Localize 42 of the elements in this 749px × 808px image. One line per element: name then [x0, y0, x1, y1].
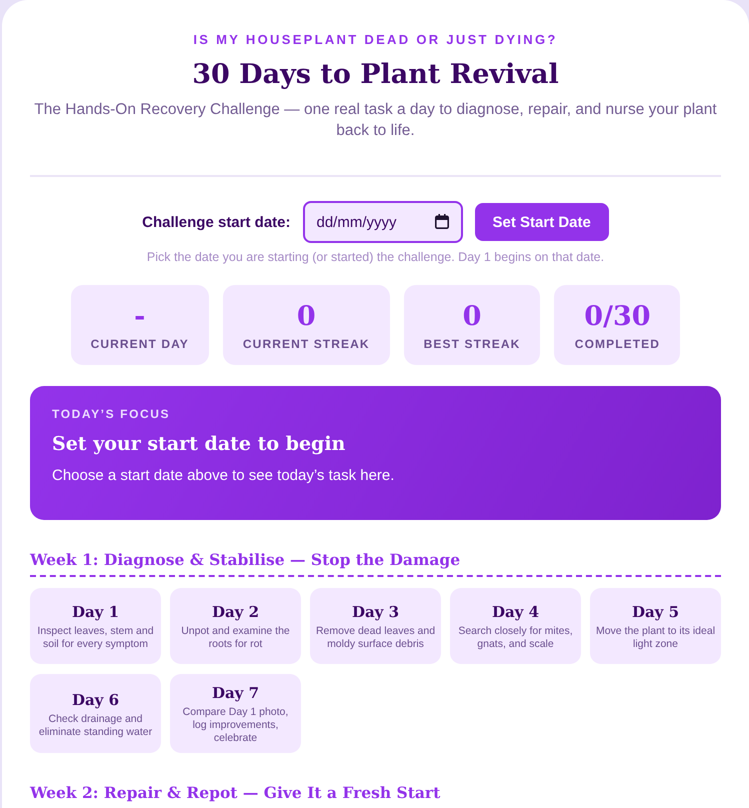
start-date-label: Challenge start date: — [142, 214, 290, 230]
page-kicker: IS MY HOUSEPLANT DEAD OR JUST DYING? — [193, 31, 558, 49]
stat-value: 0 — [296, 301, 316, 333]
stat-value: - — [134, 301, 146, 333]
day-card[interactable]: Day 6 Check drainage and eliminate standing water — [30, 674, 161, 753]
calendar-icon[interactable] — [434, 214, 448, 229]
day-title: Day 4 — [492, 602, 540, 623]
day-title: Day 5 — [632, 602, 680, 623]
week-heading: Week 2: Repair & Repot — Give It a Fresh Start — [30, 783, 440, 803]
focus-kicker: TODAY’S FOCUS — [52, 406, 170, 422]
day-task: Remove dead leaves and moldy surface debris — [315, 625, 436, 651]
day-title: Day 7 — [212, 683, 260, 704]
stat-label: COMPLETED — [574, 337, 660, 351]
day-task: Compare Day 1 photo, log improvements, celebrate — [182, 706, 290, 745]
page-title: 30 Days to Plant Revival — [192, 58, 559, 92]
day-task: Unpot and examine the roots for rot — [180, 625, 291, 651]
day-title: Day 2 — [212, 602, 260, 623]
stat-value: 0/30 — [584, 301, 651, 333]
day-task: Search closely for mites, gnats, and scale — [457, 625, 574, 651]
stat-label: CURRENT STREAK — [242, 337, 370, 351]
day-task: Inspect leaves, stem and soil for every symptom — [36, 625, 155, 651]
day-task: Move the plant to its ideal light zone — [595, 625, 716, 651]
day-card[interactable]: Day 3 Remove dead leaves and moldy surface debris — [310, 588, 441, 664]
day-card[interactable]: Day 2 Unpot and examine the roots for rot — [170, 588, 301, 664]
page-subtitle: The Hands-On Recovery Challenge — one real task a day to diagnose, repair, and nurse your plant back to life. — [33, 100, 718, 141]
set-start-date-button[interactable]: Set Start Date — [474, 203, 609, 241]
date-field[interactable]: dd/mm/yyyy — [302, 201, 462, 243]
stat-label: BEST STREAK — [424, 337, 520, 351]
day-title: Day 6 — [72, 690, 120, 710]
day-card[interactable]: Day 7 Compare Day 1 photo, log improvements, celebrate — [170, 674, 301, 753]
stat-value: 0 — [462, 301, 482, 333]
focus-text: Choose a start date above to see today’s task here. — [52, 466, 394, 486]
stat-label: CURRENT DAY — [90, 337, 189, 351]
day-task: Check drainage and eliminate standing water — [38, 712, 154, 738]
start-date-hint: Pick the date you are starting (or started) the challenge. Day 1 begins on that date. — [146, 249, 606, 265]
day-title: Day 3 — [352, 602, 400, 623]
day-card[interactable]: Day 4 Search closely for mites, gnats, and scale — [450, 588, 581, 664]
day-title: Day 1 — [72, 602, 120, 623]
day-card[interactable]: Day 5 Move the plant to its ideal light zone — [590, 588, 721, 664]
week-heading: Week 1: Diagnose & Stabilise — Stop the Damage — [30, 550, 460, 570]
focus-title: Set your start date to begin — [52, 432, 346, 457]
day-card[interactable]: Day 1 Inspect leaves, stem and soil for every symptom — [30, 588, 161, 664]
